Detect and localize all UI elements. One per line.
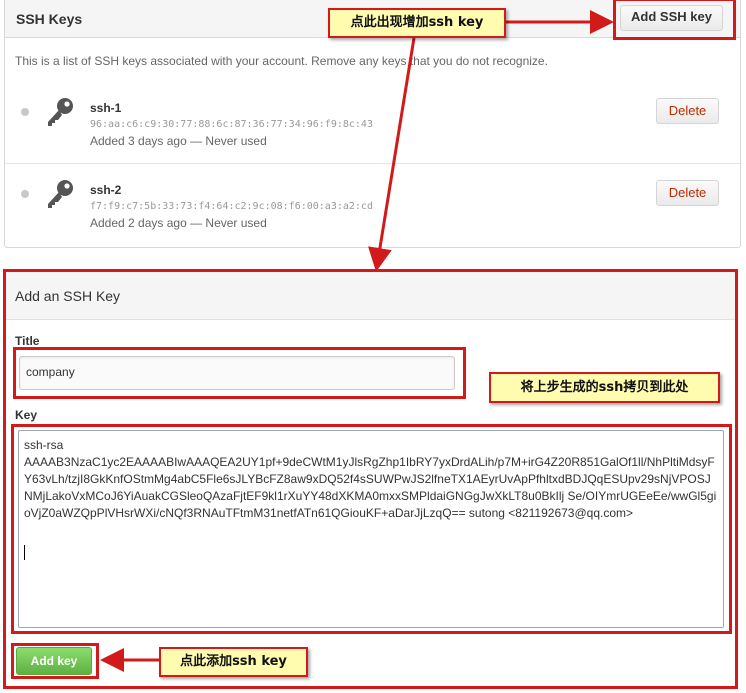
callout-paste-key: 将上步生成的ssh拷贝到此处	[489, 372, 720, 403]
callout-add-button: 点此出现增加ssh key	[328, 8, 506, 38]
annotation-arrows	[100, 10, 614, 672]
callout-add-key: 点此添加ssh key	[159, 647, 308, 677]
arrow-to-form	[368, 37, 416, 272]
